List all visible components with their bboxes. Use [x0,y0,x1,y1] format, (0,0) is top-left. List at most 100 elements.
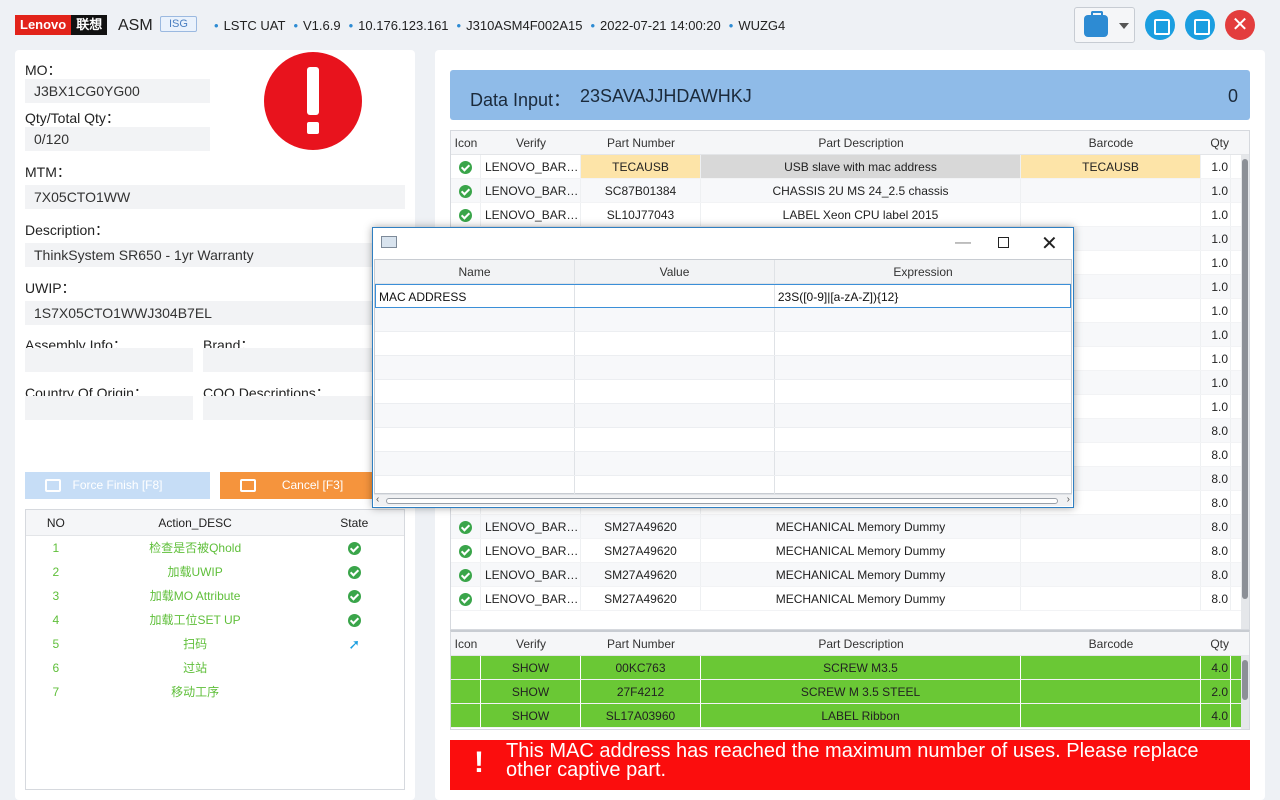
part-description-cell: LABEL Xeon CPU label 2015 [701,203,1021,226]
qty-cell: 1.0 [1201,275,1231,298]
table-row[interactable]: LENOVO_BARC... TECAUSB USB slave with mac … [451,155,1249,179]
action-state [305,560,404,584]
value-cell [575,428,775,451]
row-icon-cell [451,563,481,586]
table-row[interactable]: LENOVO_BARC... SC87B01384 CHASSIS 2U MS 24… [451,179,1249,203]
table-row[interactable]: SHOW 27F4212 SCREW M 3.5 STEEL 2.0 [451,680,1249,704]
row-icon-cell [451,539,481,562]
name-cell: MAC ADDRESS [376,285,576,307]
row-icon-cell [451,704,481,727]
logo-cn: 联想 [71,15,108,35]
part-number-cell: SM27A49620 [581,587,701,610]
parts-grid-scrollbar[interactable] [1241,155,1249,629]
action-desc: 移动工序 [171,685,220,699]
qty-cell: 4.0 [1201,704,1231,727]
row-icon-cell [451,179,481,202]
name-cell [375,332,575,355]
qty-cell: 1.0 [1201,395,1231,418]
dialog-minimize-button[interactable]: — [955,234,971,252]
col-icon-header: Icon [454,136,478,150]
dialog-maximize-button[interactable] [998,237,1009,248]
col-verify-header: Verify [515,136,546,150]
expression-row[interactable]: MAC ADDRESS 23S([0-9]|[a-zA-Z]){12} [375,284,1071,308]
name-cell [375,404,575,427]
verify-cell: LENOVO_BARC... [481,203,581,226]
part-number-cell: SL17A03960 [581,704,701,727]
col-state-header: State [340,516,369,530]
action-no: 3 [52,589,60,603]
col-part-header: Part Number [606,136,676,150]
title-bar: Lenovo 联想 ASM ISG LSTC UAT V1.6.9 10.176… [0,0,1280,50]
value-cell[interactable] [575,285,775,307]
qty-label: Qty/Total Qty： [25,110,120,126]
dialog-title-bar[interactable]: — ✕ [373,228,1073,258]
empty-row [375,308,1071,332]
expression-table-header: Name Value Expression [375,260,1071,284]
empty-row [375,452,1071,476]
meta-env: LSTC UAT [214,18,286,33]
part-number-cell: TECAUSB [581,155,701,178]
scroll-thumb[interactable] [1242,159,1248,599]
qty-cell: 1.0 [1201,323,1231,346]
mtm-field: 7X05CTO1WW [25,185,405,209]
window-icon [381,236,397,248]
expression-cell [775,356,1071,379]
name-cell [375,380,575,403]
col-qty-header: Qty [1210,637,1229,651]
table-row[interactable]: LENOVO_BARC... SM27A49620 MECHANICAL Memor… [451,563,1249,587]
close-button[interactable]: ✕ [1225,10,1255,40]
action-state: ➚ [305,632,404,656]
table-row[interactable]: LENOVO_BARC... SL10J77043 LABEL Xeon CPU l… [451,203,1249,227]
table-row[interactable]: LENOVO_BARC... SM27A49620 MECHANICAL Memor… [451,515,1249,539]
uwip-label: UWIP： [25,280,76,296]
chevron-right-icon[interactable]: › [1067,494,1070,505]
restore-button[interactable] [1185,10,1215,40]
barcode-cell [1021,563,1201,586]
col-barcode-header: Barcode [1088,637,1134,651]
part-number-cell: 00KC763 [581,656,701,679]
dialog-horizontal-scrollbar[interactable]: ‹ › [374,494,1072,506]
table-row[interactable]: SHOW SL17A03960 LABEL Ribbon 4.0 [451,704,1249,728]
table-row[interactable]: LENOVO_BARC... SM27A49620 MECHANICAL Memor… [451,539,1249,563]
qty-cell: 1.0 [1201,299,1231,322]
name-cell [375,308,575,331]
part-description-cell: MECHANICAL Memory Dummy [701,515,1021,538]
verify-cell: SHOW [481,680,581,703]
empty-row [375,428,1071,452]
chevron-down-icon [1119,23,1129,29]
action-row: 2 加载UWIP [26,560,404,584]
mo-field: J3BX1CG0YG00 [25,79,210,103]
qty-cell: 2.0 [1201,680,1231,703]
qty-cell: 1.0 [1201,179,1231,202]
mtm-label: MTM： [25,164,71,180]
dialog-close-button[interactable]: ✕ [1041,231,1058,256]
qty-cell: 1.0 [1201,371,1231,394]
data-input-bar[interactable]: Data Input： 23SAVAJJHDAWHKJ 0 [450,70,1250,120]
parts-grid-header: Icon Verify Part Number Part Description… [451,131,1249,155]
chevron-left-icon[interactable]: ‹ [376,494,379,505]
action-row: 6 过站 [26,656,404,680]
table-row[interactable]: LENOVO_BARC... SM27A49620 MECHANICAL Memor… [451,587,1249,611]
value-cell [575,452,775,475]
logo-en: Lenovo [15,15,72,35]
verified-grid-scrollbar[interactable] [1241,656,1249,729]
qty-cell: 1.0 [1201,155,1231,178]
minimize-button[interactable] [1145,10,1175,40]
action-desc: 加载UWIP [167,565,223,579]
scroll-thumb[interactable] [386,498,1058,504]
check-circle-icon [459,593,472,607]
meta-version: V1.6.9 [293,18,341,33]
name-cell [375,428,575,451]
table-row[interactable]: SHOW 00KC763 SCREW M3.5 4.0 [451,656,1249,680]
check-circle-icon [459,545,472,559]
isg-badge: ISG [160,16,197,32]
force-finish-button[interactable]: Force Finish [F8] [25,472,210,499]
toolbox-dropdown-button[interactable] [1074,7,1135,43]
barcode-cell [1021,680,1201,703]
scroll-thumb[interactable] [1242,660,1248,700]
action-desc: 加载MO Attribute [149,589,241,603]
verify-cell: LENOVO_BARC... [481,539,581,562]
description-field: ThinkSystem SR650 - 1yr Warranty [25,243,405,267]
action-desc: 加载工位SET UP [149,613,241,627]
action-no: 7 [52,685,60,699]
